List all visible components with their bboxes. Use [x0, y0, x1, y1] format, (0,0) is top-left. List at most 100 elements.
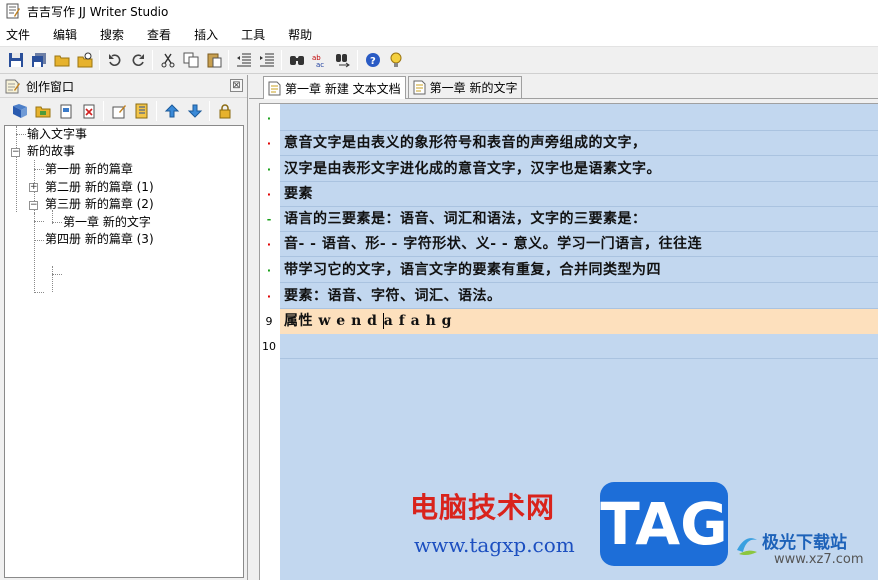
toolbar-separator [152, 50, 153, 70]
paste-button[interactable] [202, 49, 225, 71]
line-divider [280, 282, 878, 283]
tree-item[interactable]: 第一章 新的文字 [63, 214, 151, 231]
node-properties-button[interactable] [107, 100, 130, 122]
find-next-button[interactable] [331, 49, 354, 71]
save-all-button[interactable] [27, 49, 50, 71]
lightbulb-icon [390, 52, 401, 67]
menu-file[interactable]: 文件 [4, 26, 42, 43]
tree-item[interactable]: 第一册 新的篇章 [45, 161, 133, 178]
toolbar-separator [357, 50, 358, 70]
expand-icon[interactable]: + [29, 183, 38, 192]
open-button[interactable] [50, 49, 73, 71]
tree-item[interactable]: 新的故事 [27, 143, 75, 160]
aurora-logo-icon [737, 538, 757, 556]
window-title: 吉吉写作 JJ Writer Studio [27, 4, 169, 19]
collapse-icon[interactable]: − [29, 201, 38, 210]
line-text: 要素 [284, 186, 313, 202]
title-bar: 吉吉写作 JJ Writer Studio [0, 0, 878, 22]
tree-connector [34, 221, 44, 222]
new-page-icon [60, 104, 71, 118]
tree-item[interactable]: 第二册 新的篇章 (1) [45, 179, 154, 196]
line-text: 要素：语音、字符、词汇、语法。 [284, 288, 502, 304]
corner-url: www.xz7.com [774, 552, 864, 567]
tree-item[interactable]: 输入文字事 [27, 126, 87, 143]
help-button[interactable]: ? [361, 49, 384, 71]
menu-edit[interactable]: 编辑 [51, 26, 89, 43]
cut-button[interactable] [156, 49, 179, 71]
paste-icon [207, 53, 221, 68]
folder-open-icon [54, 55, 69, 67]
find-button[interactable] [285, 49, 308, 71]
tree-connector [52, 274, 62, 275]
tree-item[interactable]: 第四册 新的篇章 (3) [45, 231, 154, 248]
move-up-button[interactable] [160, 100, 183, 122]
move-down-button[interactable] [183, 100, 206, 122]
tree-item-label: 输入文字事 [27, 127, 88, 141]
menu-help[interactable]: 帮助 [286, 26, 324, 43]
editor-line[interactable]: · 带学习它的文字，语言文字的要素有重复，合并同类型为四 [260, 258, 878, 283]
new-volume-button[interactable] [31, 100, 54, 122]
menu-bar: 文件 编辑 搜索 查看 插入 工具 帮助 [0, 22, 878, 46]
tree-connector [16, 134, 26, 135]
tab-label: 第一章 新建 文本文档 [285, 81, 401, 96]
tree-connector [34, 292, 44, 293]
tab-document-2[interactable]: 第一章 新的文字 [407, 76, 523, 98]
editor-line[interactable]: · 音- - 语音、形- - 字符形状、义- - 意义。学习一门语言，往往连 [260, 232, 878, 257]
menu-tools[interactable]: 工具 [239, 26, 277, 43]
undo-button[interactable] [103, 49, 126, 71]
toolbar-separator [209, 100, 210, 121]
app-icon [5, 3, 21, 19]
line-marker: · [266, 112, 272, 125]
line-divider [280, 256, 878, 257]
save-button[interactable] [4, 49, 27, 71]
panel-header: 创作窗口 ⊠ [0, 75, 247, 97]
editor-line[interactable]: · [260, 106, 878, 131]
indent-increase-button[interactable] [255, 49, 278, 71]
outline-button[interactable] [130, 100, 153, 122]
story-tree[interactable]: 输入文字事 − 新的故事 第一册 新的篇章 + 第二册 新的篇章 (1) − 第… [4, 125, 244, 578]
line-text: 意音文字是由表义的象形符号和表音的声旁组成的文字， [284, 135, 647, 151]
tree-item[interactable]: 第三册 新的篇章 (2) [45, 196, 154, 213]
watermark-tag-logo: TAG [600, 482, 728, 566]
notebook-icon [135, 103, 147, 118]
copy-button[interactable] [179, 49, 202, 71]
text-editor[interactable]: · · 意音文字是由表义的象形符号和表音的声旁组成的文字， · 汉字是由表形文字… [259, 103, 878, 580]
watermark-url: www.tagxp.com [414, 533, 575, 557]
tree-item-label: 第一章 新的文字 [63, 215, 151, 229]
tree-item-label: 新的故事 [27, 144, 76, 158]
editor-line[interactable]: · 意音文字是由表义的象形符号和表音的声旁组成的文字， [260, 131, 878, 156]
lock-button[interactable] [213, 100, 236, 122]
arrow-up-icon [164, 103, 179, 117]
panel-close-button[interactable]: ⊠ [230, 79, 243, 92]
delete-node-button[interactable] [77, 100, 100, 122]
undo-icon [108, 54, 120, 66]
menu-search[interactable]: 搜索 [98, 26, 136, 43]
editor-line[interactable]: · 要素 [260, 182, 878, 207]
new-chapter-button[interactable] [54, 100, 77, 122]
text-before-caret: 属性 w e n d [284, 313, 383, 329]
editor-line[interactable]: - 语言的三要素是：语音、词汇和语法，文字的三要素是： [260, 207, 878, 232]
new-story-button[interactable] [8, 100, 31, 122]
editor-line[interactable]: 10 [260, 334, 878, 359]
toolbar-separator [103, 100, 104, 121]
tab-document-1[interactable]: 第一章 新建 文本文档 [263, 76, 406, 99]
tree-item-label: 第二册 新的篇章 (1) [45, 180, 154, 194]
replace-button[interactable]: ab ac [308, 49, 331, 71]
indent-decrease-button[interactable] [232, 49, 255, 71]
menu-insert[interactable]: 插入 [192, 26, 230, 43]
menu-view[interactable]: 查看 [145, 26, 183, 43]
redo-button[interactable] [126, 49, 149, 71]
tip-button[interactable] [384, 49, 407, 71]
editor-area: 第一章 新建 文本文档 第一章 新的文字 · · 意音文字是由表义的象形符号和表… [249, 75, 878, 580]
editor-line[interactable]: · 要素：语音、字符、词汇、语法。 [260, 284, 878, 309]
open-recent-button[interactable] [73, 49, 96, 71]
properties-icon [112, 104, 126, 118]
line-marker: · [266, 188, 272, 201]
folder-recent-icon [77, 52, 92, 68]
collapse-icon[interactable]: − [11, 148, 20, 157]
indent-icon [259, 53, 274, 67]
current-editor-line[interactable]: 9 属性 w e n d a f a h g [260, 309, 878, 334]
document-icon [413, 80, 426, 95]
line-marker: · [266, 137, 272, 150]
editor-line[interactable]: · 汉字是由表形文字进化成的意音文字，汉字也是语素文字。 [260, 157, 878, 182]
